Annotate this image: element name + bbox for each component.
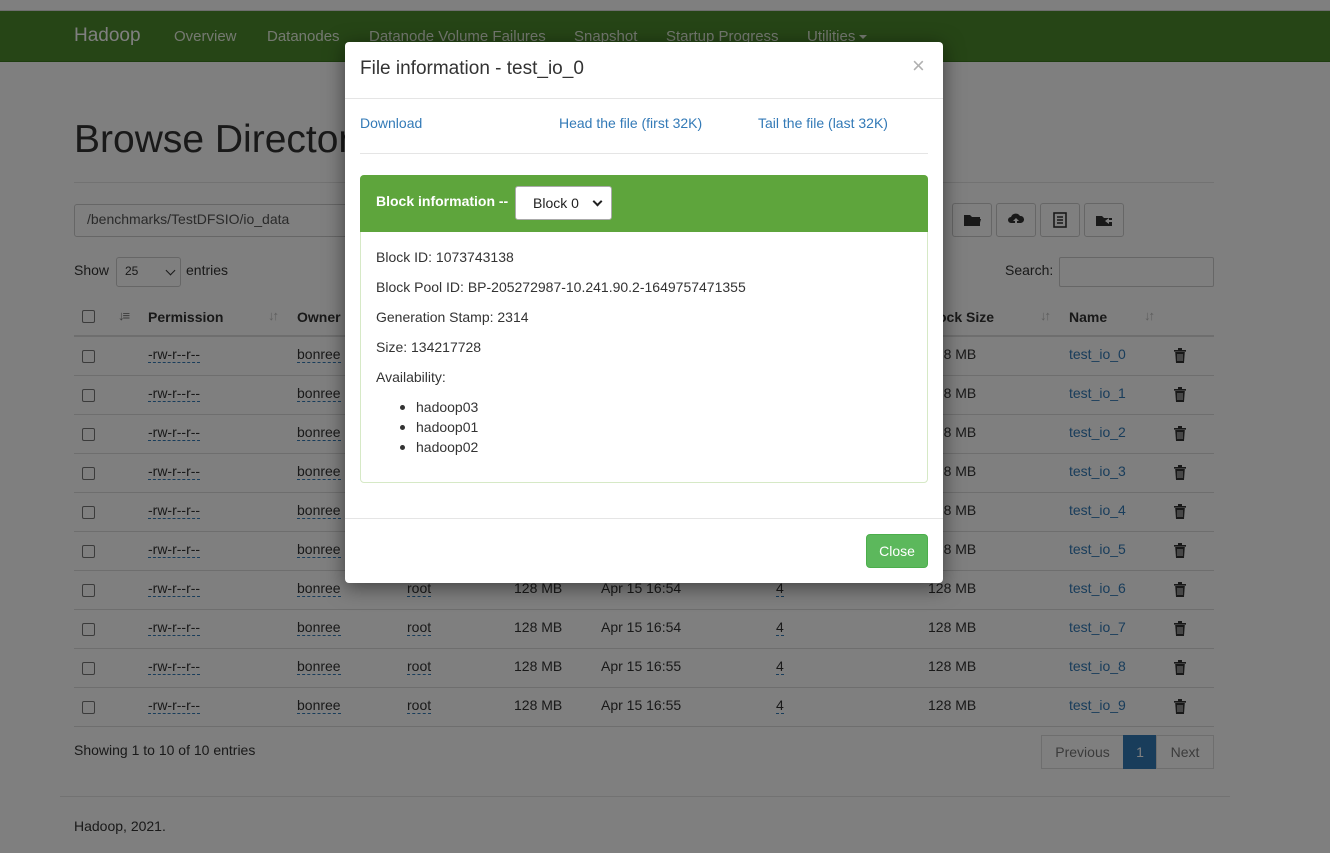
tail-file-link[interactable]: Tail the file (last 32K) (758, 115, 888, 131)
generation-stamp: Generation Stamp: 2314 (376, 309, 529, 325)
chevron-down-icon (592, 196, 603, 207)
list-bullet (400, 425, 405, 430)
availability-label: Availability: (376, 369, 446, 385)
file-info-modal: File information - test_io_0 × Download … (345, 42, 943, 583)
modal-header-divider (345, 98, 943, 99)
list-bullet (400, 405, 405, 410)
list-bullet (400, 445, 405, 450)
modal-footer-divider (345, 518, 943, 519)
head-file-link[interactable]: Head the file (first 32K) (559, 115, 702, 131)
modal-links-divider (360, 153, 928, 154)
block-id: Block ID: 1073743138 (376, 249, 514, 265)
block-size: Size: 134217728 (376, 339, 482, 355)
download-link[interactable]: Download (360, 115, 422, 131)
close-icon[interactable]: × (912, 55, 925, 77)
block-info-header: Block information -- Block 0 (360, 175, 928, 232)
block-info-panel: Block information -- Block 0 Block ID: 1… (360, 175, 928, 483)
close-button[interactable]: Close (866, 534, 928, 568)
block-select[interactable]: Block 0 (515, 186, 612, 220)
block-select-value: Block 0 (533, 195, 579, 211)
modal-title: File information - test_io_0 (360, 58, 584, 79)
availability-host: hadoop01 (416, 419, 479, 435)
block-pool-id: Block Pool ID: BP-205272987-10.241.90.2-… (376, 279, 746, 295)
availability-host: hadoop02 (416, 439, 479, 455)
availability-host: hadoop03 (416, 399, 479, 415)
block-info-label: Block information -- (376, 193, 509, 209)
